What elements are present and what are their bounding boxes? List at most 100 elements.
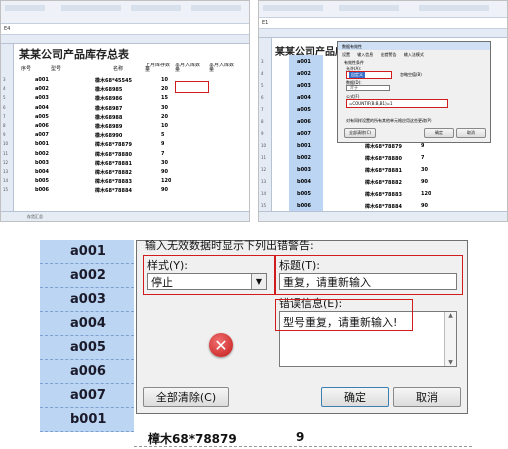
cell-model[interactable]: a005: [35, 114, 49, 120]
cell-stock[interactable]: 120: [161, 178, 171, 184]
cell-model[interactable]: b001: [35, 141, 49, 147]
scrollbar[interactable]: ▲ ▼: [444, 312, 456, 366]
apply-all-checkbox[interactable]: 对有同样设置的所有其他单元格应用这些更改(P): [346, 118, 432, 124]
cell-stock[interactable]: 9: [161, 141, 164, 147]
formula-bar[interactable]: E1: [259, 18, 507, 29]
cell-model[interactable]: a006: [297, 119, 311, 125]
cell-model[interactable]: a005: [297, 107, 311, 113]
cell-name[interactable]: 橡木68987: [95, 105, 122, 112]
ok-button[interactable]: 确定: [424, 128, 454, 138]
cell-name[interactable]: 樟木68*78879: [365, 143, 402, 150]
cell-model[interactable]: a006: [35, 123, 49, 129]
cell-stock[interactable]: 10: [161, 77, 168, 83]
cell-model[interactable]: a002: [35, 86, 49, 92]
cell-name[interactable]: 樟木68*78883: [365, 191, 402, 198]
cell-stock[interactable]: 7: [421, 155, 424, 161]
cell-stock[interactable]: 90: [161, 187, 168, 193]
cell-name[interactable]: 橡木68989: [95, 123, 122, 130]
cell-name[interactable]: 樟木68*78881: [365, 167, 402, 174]
cell-stock[interactable]: 90: [161, 169, 168, 175]
cell-stock[interactable]: 30: [161, 160, 168, 166]
cell-stock[interactable]: 90: [421, 179, 428, 185]
cell-model[interactable]: b005: [297, 191, 311, 197]
cell-stock[interactable]: 5: [161, 132, 164, 138]
cell-stock[interactable]: 20: [161, 114, 168, 120]
cell-model[interactable]: b002: [35, 151, 49, 157]
zoom-row-cell[interactable]: b001: [40, 408, 134, 432]
cancel-button[interactable]: 取消: [456, 128, 486, 138]
name-box[interactable]: E4: [4, 26, 10, 32]
cell-name[interactable]: 橡木68986: [95, 95, 122, 102]
ignore-blank-checkbox[interactable]: 忽略空值(B): [400, 72, 422, 78]
cell-name[interactable]: 樟木68*78883: [95, 178, 132, 185]
cell-stock[interactable]: 30: [421, 167, 428, 173]
tab-input-msg[interactable]: 输入信息: [357, 52, 373, 57]
cell-name[interactable]: 橡木68*45545: [95, 77, 132, 84]
title-input[interactable]: 重复，请重新输入: [279, 273, 457, 290]
cell-name[interactable]: 樟木68*78882: [365, 179, 402, 186]
cell-stock[interactable]: 90: [421, 203, 428, 209]
cell-name[interactable]: 樟木68*78884: [365, 203, 402, 210]
tab-settings[interactable]: 设置: [342, 52, 350, 57]
cell-model[interactable]: a004: [297, 95, 311, 101]
ok-button[interactable]: 确定: [321, 387, 389, 407]
cell-stock[interactable]: 10: [161, 123, 168, 129]
cell-model[interactable]: a002: [297, 71, 311, 77]
cell-model[interactable]: b003: [35, 160, 49, 166]
cell-model[interactable]: b004: [35, 169, 49, 175]
cell-stock[interactable]: 30: [161, 105, 168, 111]
allow-dropdown[interactable]: 自定义: [346, 71, 392, 79]
zoom-row-cell[interactable]: a001: [40, 240, 134, 264]
data-validation-dialog: 数据有效性 设置 输入信息 出错警告 输入法模式 有效性条件 允许(A): 自定…: [337, 41, 491, 143]
cell-name[interactable]: 橡木68988: [95, 114, 122, 121]
cell-model[interactable]: b001: [297, 143, 311, 149]
tab-ime[interactable]: 输入法模式: [404, 52, 424, 57]
cell-name[interactable]: 橡木68990: [95, 132, 122, 139]
clear-all-button[interactable]: 全部清除(C): [344, 128, 376, 138]
zoom-row-cell[interactable]: a004: [40, 312, 134, 336]
zoom-row-cell[interactable]: a006: [40, 360, 134, 384]
row-number: 10: [3, 141, 9, 147]
cell-name[interactable]: 樟木68*78880: [365, 155, 402, 162]
cell-model[interactable]: b006: [297, 203, 311, 209]
cell-model[interactable]: b004: [297, 179, 311, 185]
cell-model[interactable]: a003: [35, 95, 49, 101]
cell-model[interactable]: b006: [35, 187, 49, 193]
formula-bar[interactable]: E4: [1, 24, 249, 35]
cell-model[interactable]: a007: [297, 131, 311, 137]
style-select[interactable]: 停止 ▼: [147, 273, 267, 290]
cell-model[interactable]: a004: [35, 105, 49, 111]
zoom-row-cell[interactable]: a007: [40, 384, 134, 408]
cell-name[interactable]: 樟木68*78884: [95, 187, 132, 194]
chevron-down-icon[interactable]: ▼: [251, 274, 266, 289]
cell-model[interactable]: a001: [35, 77, 49, 83]
cell-name[interactable]: 樟木68*78880: [95, 151, 132, 158]
cell-model[interactable]: b003: [297, 167, 311, 173]
cell-model[interactable]: b005: [35, 178, 49, 184]
formula-input[interactable]: =COUNTIF(B:B,B1)=1: [346, 99, 448, 108]
sheet-tab[interactable]: 存货汇总: [27, 214, 43, 220]
zoom-row-cell[interactable]: a002: [40, 264, 134, 288]
cell-name[interactable]: 樟木68*78879: [95, 141, 132, 148]
cell-name[interactable]: 橡木68985: [95, 86, 122, 93]
name-box[interactable]: E1: [262, 20, 268, 26]
data-dropdown[interactable]: 介于: [346, 85, 390, 91]
cell-stock[interactable]: 7: [161, 151, 164, 157]
cell-stock[interactable]: 9: [421, 143, 424, 149]
cell-stock[interactable]: 20: [161, 86, 168, 92]
cell-model[interactable]: b002: [297, 155, 311, 161]
row-number: 12: [3, 159, 9, 165]
cell-name[interactable]: 樟木68*78881: [95, 160, 132, 167]
cell-model[interactable]: a003: [297, 83, 311, 89]
zoom-row-cell[interactable]: a003: [40, 288, 134, 312]
cell-model[interactable]: a001: [297, 59, 311, 65]
cell-name[interactable]: 樟木68*78882: [95, 169, 132, 176]
clear-all-button[interactable]: 全部清除(C): [143, 387, 229, 407]
zoom-row-cell[interactable]: a005: [40, 336, 134, 360]
cancel-button[interactable]: 取消: [393, 387, 461, 407]
cell-stock[interactable]: 120: [421, 191, 431, 197]
cell-stock[interactable]: 15: [161, 95, 168, 101]
tab-error-alert[interactable]: 出错警告: [381, 52, 397, 57]
cell-model[interactable]: a007: [35, 132, 49, 138]
row-number: 8: [3, 123, 6, 128]
